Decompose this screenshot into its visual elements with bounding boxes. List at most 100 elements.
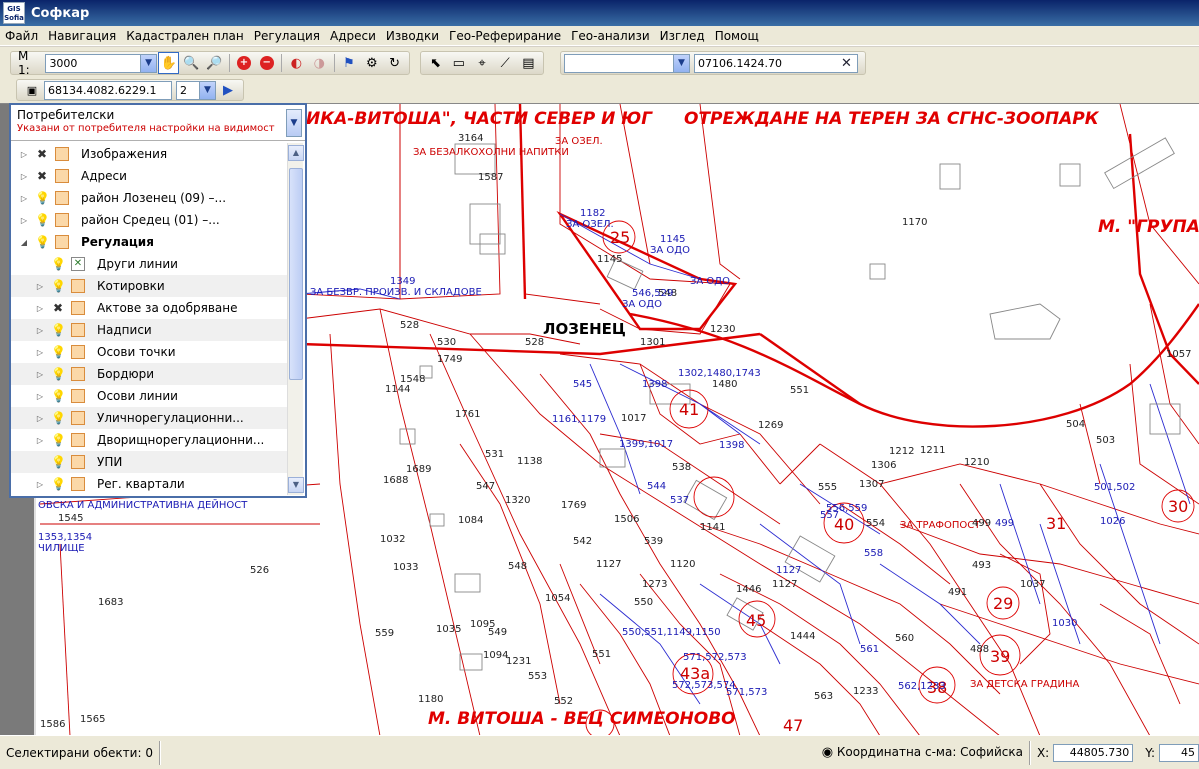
chevron-down-icon[interactable]: ▼	[286, 109, 302, 137]
lightbulb-icon[interactable]: 💡	[51, 433, 66, 447]
zoom-in-icon[interactable]: 🔍	[181, 52, 202, 74]
parcel-number: 1302,1480,1743	[678, 368, 761, 379]
menu-geoanalysis[interactable]: Гео-анализи	[566, 29, 655, 43]
lightbulb-icon[interactable]: 💡	[51, 279, 66, 293]
expand-arrow-icon[interactable]: ◢	[19, 238, 29, 247]
menu-view[interactable]: Изглед	[655, 29, 710, 43]
menu-regulation[interactable]: Регулация	[249, 29, 325, 43]
visibility-disabled-icon[interactable]: ✖	[35, 169, 49, 183]
measure-tool-icon[interactable]: ⟋	[495, 52, 516, 74]
chevron-down-icon[interactable]: ▼	[140, 54, 157, 72]
layer-item[interactable]: ▷ ✖ Адреси	[11, 165, 287, 187]
layer-item[interactable]: ▷ 💡 район Средец (01) –...	[11, 209, 287, 231]
lightbulb-icon[interactable]: 💡	[51, 455, 66, 469]
layer-select[interactable]: ▼	[564, 53, 690, 73]
map-label: ЗА ОЗЕЛ.	[555, 136, 603, 147]
pan-hand-icon[interactable]: ✋	[158, 52, 179, 74]
expand-arrow-icon[interactable]: ▷	[19, 150, 29, 159]
lightbulb-icon[interactable]: 💡	[51, 257, 66, 271]
selected-objects-label: Селектирани обекти:	[6, 745, 142, 760]
layer-item[interactable]: ▷ ✖ Актове за одобряване	[11, 297, 287, 319]
expand-arrow-icon[interactable]: ▷	[35, 392, 45, 401]
lightbulb-icon[interactable]: 💡	[35, 235, 50, 249]
lightbulb-icon[interactable]: 💡	[35, 213, 50, 227]
layer-item[interactable]: 💡 УПИ	[11, 451, 287, 473]
layer-item[interactable]: ▷ 💡 Котировки	[11, 275, 287, 297]
scroll-thumb[interactable]	[289, 168, 303, 380]
layer-tree-scrollbar[interactable]: ▲ ▼	[287, 143, 304, 495]
layer-item[interactable]: ▷ 💡 Бордюри	[11, 363, 287, 385]
parcel-number: 1586	[40, 719, 66, 730]
search-input[interactable]: 07106.1424.70 ✕	[694, 53, 858, 73]
layer-item[interactable]: ◢ 💡 Регулация	[11, 231, 287, 253]
expand-arrow-icon[interactable]: ▷	[35, 348, 45, 357]
layer-item[interactable]: ▷ 💡 Уличнорегулационни...	[11, 407, 287, 429]
clear-icon[interactable]: ✕	[841, 56, 857, 71]
expand-arrow-icon[interactable]: ▷	[19, 216, 29, 225]
menu-addresses[interactable]: Адреси	[325, 29, 381, 43]
flag-icon[interactable]: ⚑	[339, 52, 360, 74]
menu-navigation[interactable]: Навигация	[43, 29, 121, 43]
lightbulb-icon[interactable]: 💡	[35, 191, 50, 205]
visibility-disabled-icon[interactable]: ✖	[35, 147, 49, 161]
layer-item[interactable]: ▷ 💡 Дворищнорегулационни...	[11, 429, 287, 451]
play-icon[interactable]: ▶	[217, 79, 239, 101]
zoom-plus-icon[interactable]: +	[234, 52, 255, 74]
info-tool-icon[interactable]: ⌖	[471, 52, 492, 74]
layer-item[interactable]: ▷ ✖ Изображения	[11, 143, 287, 165]
app-window: GIS Sofia Софкар Файл Навигация Кадастрал…	[0, 0, 1199, 769]
select-tool-icon[interactable]: ⬉	[425, 52, 446, 74]
scroll-down-icon[interactable]: ▼	[288, 477, 304, 493]
layer-item[interactable]: ▷ 💡 Рег. квартали	[11, 473, 287, 495]
lightbulb-icon[interactable]: 💡	[51, 345, 66, 359]
layer-item[interactable]: ▷ 💡 Надписи	[11, 319, 287, 341]
expand-arrow-icon[interactable]: ▷	[35, 282, 45, 291]
scroll-up-icon[interactable]: ▲	[288, 145, 304, 161]
layer-item[interactable]: 💡 ✕ Други линии	[11, 253, 287, 275]
expand-arrow-icon[interactable]: ▷	[19, 172, 29, 181]
lightbulb-icon[interactable]: 💡	[51, 367, 66, 381]
print-tool-icon[interactable]: ▤	[518, 52, 539, 74]
expand-arrow-icon[interactable]: ▷	[35, 326, 45, 335]
expand-arrow-icon[interactable]: ▷	[35, 480, 45, 489]
menu-extracts[interactable]: Изводки	[381, 29, 444, 43]
expand-arrow-icon[interactable]: ▷	[19, 194, 29, 203]
chevron-down-icon[interactable]: ▼	[199, 81, 215, 99]
zoom-minus-icon[interactable]: −	[256, 52, 277, 74]
parcel-number: 1587	[478, 172, 504, 183]
find-icon[interactable]: ⚙	[361, 52, 382, 74]
chevron-down-icon[interactable]: ▼	[673, 54, 689, 72]
layer-item[interactable]: ▷ 💡 Осови линии	[11, 385, 287, 407]
block-number: 39	[990, 647, 1011, 666]
parcel-number: 1506	[614, 514, 640, 525]
menu-georeferencing[interactable]: Гео-Реферирание	[444, 29, 566, 43]
visibility-disabled-icon[interactable]: ✖	[51, 301, 65, 315]
map-label: ЧИЛИЩЕ	[38, 543, 85, 554]
page-combo[interactable]: 2 ▼	[176, 80, 216, 100]
menu-cadastral-plan[interactable]: Кадастрален план	[121, 29, 249, 43]
layer-item[interactable]: ▷ 💡 Осови точки	[11, 341, 287, 363]
menu-file[interactable]: Файл	[0, 29, 43, 43]
refresh-icon[interactable]: ↻	[384, 52, 405, 74]
expand-arrow-icon[interactable]: ▷	[35, 304, 45, 313]
lightbulb-icon[interactable]: 💡	[51, 389, 66, 403]
layer-preset-selector[interactable]: Потребителски Указани от потребителя нас…	[11, 105, 305, 141]
zoom-out-icon[interactable]: 🔎	[204, 52, 225, 74]
object-icon[interactable]: ▣	[21, 79, 43, 101]
lightbulb-icon[interactable]: 💡	[51, 411, 66, 425]
scale-combo[interactable]: 3000 ▼	[45, 53, 158, 73]
zoom-next-icon[interactable]: ◑	[309, 52, 330, 74]
object-id-input[interactable]: 68134.4082.6229.1	[44, 80, 172, 100]
rectangle-tool-icon[interactable]: ▭	[448, 52, 469, 74]
lightbulb-icon[interactable]: 💡	[51, 323, 66, 337]
lightbulb-icon[interactable]: 💡	[51, 477, 66, 491]
expand-arrow-icon[interactable]: ▷	[35, 414, 45, 423]
parcel-number: 1035	[436, 624, 462, 635]
menu-help[interactable]: Помощ	[710, 29, 764, 43]
layer-item[interactable]: ▷ 💡 район Лозенец (09) –...	[11, 187, 287, 209]
zoom-previous-icon[interactable]: ◐	[286, 52, 307, 74]
expand-arrow-icon[interactable]: ▷	[35, 436, 45, 445]
parcel-number: 1120	[670, 559, 696, 570]
expand-arrow-icon[interactable]: ▷	[35, 370, 45, 379]
layer-type-icon	[71, 411, 85, 425]
